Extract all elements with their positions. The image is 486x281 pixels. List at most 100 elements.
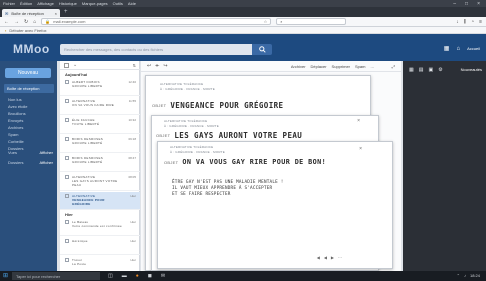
list-item[interactable]: ÉLIE FAUCHE TOUTE LIBERTÉ 10:32 — [60, 116, 140, 134]
reply-all-small-icon[interactable]: ◀ — [324, 255, 327, 260]
home-icon[interactable]: ⌂ — [33, 19, 36, 25]
right-panel-tools: ▦ ▤ ▣ ⚙ — [409, 67, 443, 73]
menu-view[interactable]: Affichage — [37, 1, 54, 6]
new-tab-icon[interactable]: + — [64, 9, 68, 15]
library-icon[interactable]: ⫼ — [464, 19, 466, 25]
archive-button[interactable]: Archiver — [291, 64, 306, 69]
menu-help[interactable]: Aide — [128, 1, 136, 6]
mail-search-input[interactable]: Rechercher des messages, des contacts ou… — [60, 44, 252, 55]
mail-search-placeholder: Rechercher des messages, des contacts ou… — [64, 47, 164, 52]
delete-button[interactable]: Supprimer — [332, 64, 350, 69]
explorer-icon[interactable]: ▬ — [122, 273, 127, 279]
bookmark-item[interactable]: Débuter avec Firefox — [9, 28, 46, 33]
url-bar[interactable]: 🔒 mail.example.com ☆ — [41, 18, 272, 25]
menu-tools[interactable]: Outils — [113, 1, 123, 6]
list-item-checkbox[interactable] — [65, 118, 69, 122]
sidebar-item-starred[interactable]: Avec étoile — [8, 104, 28, 109]
menu-history[interactable]: Historique — [59, 1, 77, 6]
sidebar-item-unread[interactable]: Non lus — [8, 97, 22, 102]
more-button[interactable]: ... — [370, 64, 373, 69]
grid-icon[interactable]: ▦ — [409, 67, 414, 73]
reply-all-icon[interactable]: ↞ — [155, 63, 159, 69]
list-item[interactable]: ALTERNATIVE LES GAYS AURONT VOTRE PEAU 08:… — [60, 173, 140, 191]
reply-icon[interactable]: ↩ — [147, 63, 151, 69]
list-item-checkbox[interactable] — [65, 175, 69, 179]
reply-small-icon[interactable]: ◀ — [317, 255, 320, 260]
sidebar-item-folder-group[interactable]: Dossiers Afficher — [8, 160, 53, 165]
move-button[interactable]: Déplacer — [311, 64, 327, 69]
list-item-checkbox[interactable] — [65, 137, 69, 141]
sidebar-item-drafts[interactable]: Brouillons — [8, 111, 26, 116]
browser-menu-icon[interactable]: ≡ — [479, 19, 482, 25]
list-item-checkbox[interactable] — [65, 194, 69, 198]
list-item[interactable]: ALTERNATIVE VENGEANCE POUR GRÉGOIRE Hier — [60, 192, 140, 210]
menu-edit[interactable]: Édition — [20, 1, 32, 6]
minimize-icon[interactable]: – — [453, 1, 456, 7]
forward-icon[interactable]: → — [14, 19, 19, 25]
clock[interactable]: 18:24 — [470, 273, 480, 278]
browser-search-field[interactable]: ⌕ — [276, 18, 347, 25]
sort-chevron-icon[interactable]: ⌄ — [73, 62, 77, 68]
sidebar-item-toggle[interactable]: Afficher — [40, 150, 54, 155]
header-home-label[interactable]: Accueil — [467, 46, 480, 51]
window-close-icon[interactable]: × — [357, 118, 360, 124]
sidebar-item-sent[interactable]: Envoyés — [8, 118, 23, 123]
list-item[interactable]: BORIS DESROSES GROUPE LIBERTÉ 09:18 — [60, 135, 140, 153]
list-item[interactable]: ALTERNATIVE ON VA VOUS FAIRE RIRE 11:55 — [60, 97, 140, 115]
menu-bookmarks[interactable]: Marque-pages — [82, 1, 108, 6]
list-item-checkbox[interactable] — [65, 239, 69, 243]
task-view-icon[interactable]: ◫ — [108, 273, 113, 279]
sidebar-item-views[interactable]: Vues Afficher — [8, 150, 53, 155]
close-icon[interactable]: × — [477, 1, 480, 7]
tab-title: Boîte de réception — [11, 10, 44, 16]
mail-icon: ✉ — [5, 10, 9, 16]
store-icon[interactable]: ◼ — [148, 273, 152, 279]
volume-icon[interactable]: ♪ — [464, 273, 466, 278]
sidebar-item-inbox[interactable]: Boîte de réception — [4, 84, 54, 93]
more-small-icon[interactable]: ⋯ — [338, 255, 342, 260]
list-item-checkbox[interactable] — [65, 80, 69, 84]
windows-start-icon[interactable]: ⊞ — [3, 272, 8, 279]
select-all-checkbox[interactable] — [64, 62, 69, 68]
sidebar-item-spam[interactable]: Spam — [8, 132, 18, 137]
calendar-icon[interactable]: ▣ — [428, 67, 433, 73]
sidebar-item-trash[interactable]: Corbeille — [8, 139, 24, 144]
maximize-icon[interactable]: □ — [465, 1, 468, 7]
back-icon[interactable]: ← — [4, 19, 9, 25]
mail-search-button[interactable] — [252, 44, 272, 55]
mail-app-icon[interactable]: ✉ — [161, 273, 165, 279]
list-item-date: Hier — [130, 220, 136, 224]
list-item[interactable]: Le Bateau Votre commande est confirmée Hie… — [60, 218, 140, 236]
tray-chevron-icon[interactable]: ⌃ — [457, 273, 460, 278]
list-item[interactable]: Hérétique Hier — [60, 237, 140, 255]
message-window-3[interactable]: ALTERNATIVE TOLÉRANCE À : GRÉGOIRE · FRA… — [157, 141, 393, 269]
sync-icon[interactable]: ◔ — [471, 19, 474, 25]
list-item-checkbox[interactable] — [65, 99, 69, 103]
list-item-checkbox[interactable] — [65, 220, 69, 224]
forward-small-icon[interactable]: ▶ — [331, 255, 334, 260]
apps-grid-icon[interactable]: ▦ — [444, 45, 450, 52]
list-icon[interactable]: ▤ — [419, 67, 424, 73]
list-item[interactable]: ALBERT DUBOIS GROUPE LIBERTE 12:40 — [60, 78, 140, 96]
window-close-icon[interactable]: × — [359, 146, 362, 152]
sidebar-item-archive[interactable]: Archives — [8, 125, 23, 130]
list-item-checkbox[interactable] — [65, 156, 69, 160]
firefox-icon[interactable]: ● — [136, 273, 139, 279]
reload-icon[interactable]: ↻ — [24, 19, 28, 25]
menu-file[interactable]: Fichier — [3, 1, 15, 6]
downloads-icon[interactable]: ↓ — [456, 19, 459, 25]
list-item-checkbox[interactable] — [65, 258, 69, 262]
compose-button[interactable]: Nouveau — [5, 68, 51, 78]
list-item[interactable]: BORIS DESROSES GROUPE LIBERTÉ 08:47 — [60, 154, 140, 172]
settings-icon[interactable]: ⚙ — [438, 67, 442, 73]
browser-tab[interactable]: ✉ Boîte de réception × — [2, 9, 60, 17]
list-header-sort[interactable]: ⇅ — [133, 63, 136, 68]
tab-close-icon[interactable]: × — [55, 11, 57, 16]
taskbar-search[interactable]: Taper ici pour rechercher — [12, 272, 100, 280]
spam-button[interactable]: Spam — [355, 64, 365, 69]
home-header-icon[interactable]: ⌂ — [456, 46, 460, 52]
sidebar-item-toggle[interactable]: Afficher — [40, 160, 54, 165]
forward-msg-icon[interactable]: ↪ — [163, 63, 167, 69]
bookmark-star-icon[interactable]: ☆ — [264, 19, 268, 24]
expand-icon[interactable]: ⤢ — [392, 64, 395, 69]
